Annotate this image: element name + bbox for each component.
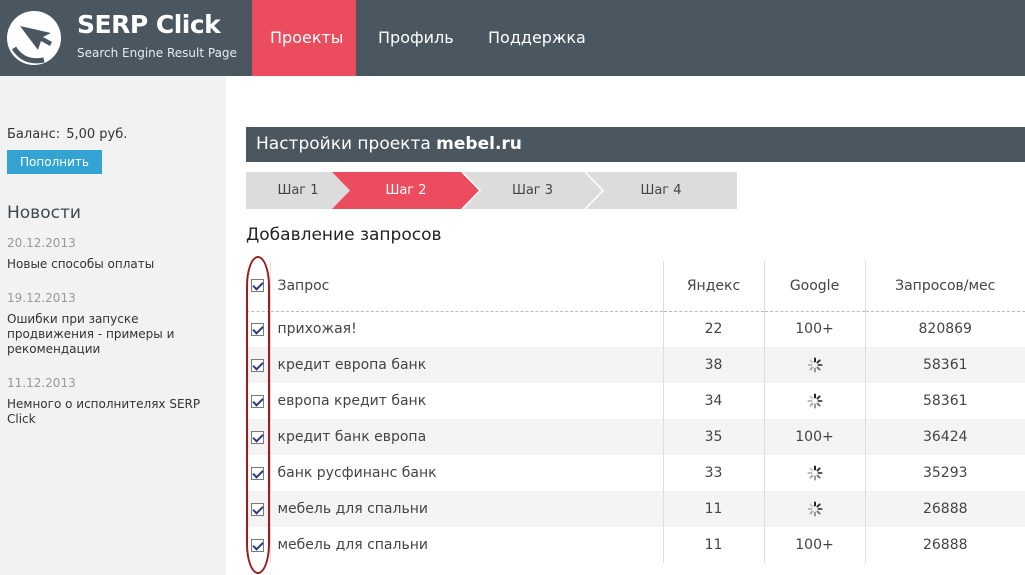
select-all-cell [246,261,270,312]
news-item: 20.12.2013 Новые способы оплаты [7,235,207,272]
loading-spinner-icon [807,357,822,373]
topup-button[interactable]: Пополнить [7,150,102,174]
news-link[interactable]: Ошибки при запуске продвижения - примеры… [7,312,207,357]
query-cell: мебель для спальни [269,491,663,527]
col-yandex[interactable]: Яндекс [662,261,764,312]
row-checkbox[interactable] [251,322,265,336]
row-checkbox[interactable] [251,502,265,516]
row-check-cell [246,383,270,419]
table-row: прихожая! 22 100+ 820869 [246,311,1025,347]
monthly-cell: 26888 [864,527,1025,563]
table-header-row: Запрос Яндекс Google Запросов/мес [246,261,1025,312]
yandex-cell: 34 [662,383,764,419]
news-item: 19.12.2013 Ошибки при запуске продвижени… [7,290,207,357]
loading-spinner-icon [807,501,822,517]
yandex-cell: 22 [662,311,764,347]
news-link[interactable]: Новые способы оплаты [7,257,207,272]
news-date: 19.12.2013 [7,291,76,305]
col-google[interactable]: Google [763,261,865,312]
yandex-cell: 38 [662,347,764,383]
row-check-cell [246,455,270,491]
table-row: кредит банк европа 35 100+ 36424 [246,419,1025,455]
yandex-cell: 35 [662,419,764,455]
table-row: банк русфинанс банк 33 35293 [246,455,1025,491]
logo-icon [7,11,61,65]
news-link[interactable]: Немного о исполнителях SERP Click [7,397,207,427]
google-cell [763,347,865,383]
brand-subtitle: Search Engine Result Page [77,46,237,60]
news-item: 11.12.2013 Немного о исполнителях SERP C… [7,375,207,427]
select-all-checkbox[interactable] [251,279,265,293]
yandex-cell: 33 [662,455,764,491]
loading-spinner-icon [807,465,822,481]
google-cell: 100+ [763,527,865,563]
col-monthly[interactable]: Запросов/мес [864,261,1025,312]
monthly-cell: 820869 [864,311,1025,347]
project-settings-bar: Настройки проекта mebel.ru [246,127,1025,162]
monthly-cell: 58361 [864,347,1025,383]
yandex-cell: 11 [662,491,764,527]
step-3[interactable]: Шаг 3 [462,172,603,209]
row-check-cell [246,311,270,347]
nav-projects[interactable]: Проекты [252,0,356,76]
step-2[interactable]: Шаг 2 [332,172,480,209]
monthly-cell: 35293 [864,455,1025,491]
monthly-cell: 58361 [864,383,1025,419]
google-cell [763,383,865,419]
project-name: mebel.ru [436,134,522,154]
table-row: кредит европа банк 38 58361 [246,347,1025,383]
row-checkbox[interactable] [251,466,265,480]
nav-profile[interactable]: Профиль [360,0,472,76]
news-heading: Новости [7,203,81,223]
table-row: европа кредит банк 34 58361 [246,383,1025,419]
google-cell [763,491,865,527]
section-title: Добавление запросов [246,225,442,245]
balance-label: Баланс: [7,127,61,142]
google-cell: 100+ [763,311,865,347]
query-cell: банк русфинанс банк [269,455,663,491]
queries-table: Запрос Яндекс Google Запросов/мес прихож… [246,261,1025,563]
project-settings-label: Настройки проекта [256,134,431,154]
query-cell: прихожая! [269,311,663,347]
query-cell: европа кредит банк [269,383,663,419]
query-cell: мебель для спальни [269,527,663,563]
google-cell: 100+ [763,419,865,455]
row-checkbox[interactable] [251,394,265,408]
query-cell: кредит банк европа [269,419,663,455]
top-header: SERP Click Search Engine Result Page Про… [0,0,1025,76]
row-checkbox[interactable] [251,430,265,444]
row-check-cell [246,419,270,455]
row-checkbox[interactable] [251,358,265,372]
monthly-cell: 36424 [864,419,1025,455]
logo[interactable]: SERP Click Search Engine Result Page [0,0,252,76]
balance: Баланс: 5,00 руб. [7,127,127,142]
row-check-cell [246,347,270,383]
table-row: мебель для спальни 11 100+ 26888 [246,527,1025,563]
balance-value: 5,00 руб. [66,127,128,142]
col-query[interactable]: Запрос [269,261,663,312]
yandex-cell: 11 [662,527,764,563]
sidebar: Баланс: 5,00 руб. Пополнить Новости 20.12… [0,76,226,575]
monthly-cell: 26888 [864,491,1025,527]
table-row: мебель для спальни 11 26888 [246,491,1025,527]
step-4[interactable]: Шаг 4 [585,172,737,209]
row-checkbox[interactable] [251,538,265,552]
nav-support[interactable]: Поддержка [470,0,604,76]
step-wizard: Шаг 1 Шаг 2 Шаг 3 Шаг 4 [246,172,737,209]
google-cell [763,455,865,491]
loading-spinner-icon [807,393,822,409]
query-cell: кредит европа банк [269,347,663,383]
row-check-cell [246,491,270,527]
news-date: 11.12.2013 [7,376,76,390]
news-date: 20.12.2013 [7,236,76,250]
row-check-cell [246,527,270,563]
brand-title: SERP Click [77,10,221,39]
